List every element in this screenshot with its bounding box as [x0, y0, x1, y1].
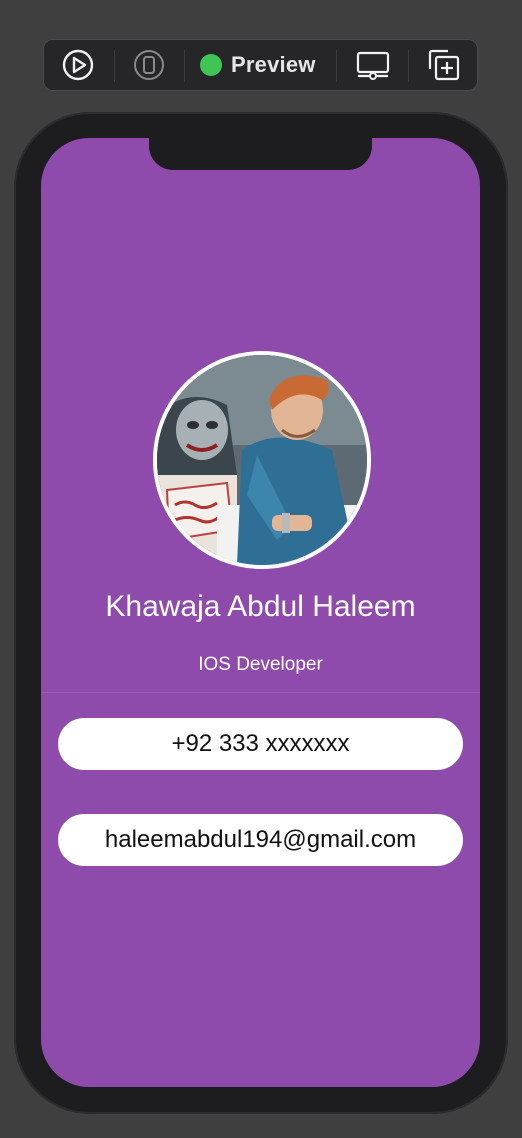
profile-name: Khawaja Abdul Haleem [105, 590, 416, 623]
display-icon [356, 51, 390, 80]
preview-label: Preview [231, 52, 316, 77]
preview-on-device-button[interactable] [353, 48, 393, 82]
toolbar-separator [184, 50, 185, 82]
phone-number: +92 333 xxxxxxx [171, 730, 350, 757]
duplicate-preview-button[interactable] [424, 48, 464, 82]
preview-toolbar: Preview [43, 39, 478, 91]
profile-role: IOS Developer [198, 654, 323, 675]
status-dot [200, 54, 222, 76]
device-icon [134, 50, 164, 80]
toolbar-separator [114, 50, 115, 82]
toolbar-separator [408, 50, 409, 82]
app-screen: Khawaja Abdul Haleem IOS Developer +92 3… [41, 138, 480, 1087]
email-card[interactable]: haleemabdul194@gmail.com [58, 814, 463, 866]
phone-card[interactable]: +92 333 xxxxxxx [58, 718, 463, 770]
avatar [153, 351, 371, 569]
email-address: haleemabdul194@gmail.com [104, 826, 417, 853]
preview-status: Preview [200, 40, 316, 90]
profile-photo [157, 355, 367, 565]
toolbar-separator [336, 50, 337, 82]
duplicate-icon [428, 49, 460, 81]
device-settings-button[interactable] [131, 48, 167, 82]
device-notch [149, 138, 372, 170]
live-preview-button[interactable] [59, 48, 97, 82]
divider [41, 692, 480, 693]
play-circle-icon [62, 49, 94, 81]
